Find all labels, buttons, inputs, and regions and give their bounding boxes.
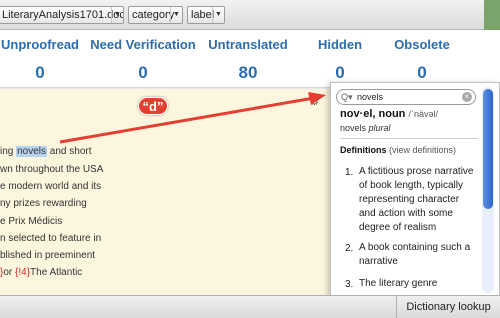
source-line: e Prix Médicis	[0, 216, 63, 227]
dropdown-arrow-icon: ▼	[111, 7, 123, 23]
source-line: wn throughout the USA	[0, 164, 104, 175]
view-definitions-link[interactable]: (view definitions)	[389, 145, 456, 155]
definition-text: A fictitious prose narrative of book len…	[359, 166, 474, 233]
search-icon: Q▾	[341, 92, 353, 102]
annotation-marker: “d”	[138, 97, 168, 115]
toolbar: LiteraryAnalysis1701.docx ▼ category ▼ l…	[0, 0, 500, 30]
file-select[interactable]: LiteraryAnalysis1701.docx ▼	[0, 6, 124, 24]
definition-number: 3.	[345, 279, 354, 290]
status-bar: Dictionary lookup	[0, 295, 500, 318]
source-line: n selected to feature in	[0, 233, 102, 244]
pane-tool-icon[interactable]: ⚙	[310, 97, 319, 108]
definitions-header: Definitions (view definitions)	[340, 145, 456, 155]
stat-label: Need Verification	[90, 37, 196, 52]
plural-word: novels	[340, 123, 367, 133]
source-pane: “d” ⚙ ing novels and short wn throughout…	[0, 89, 330, 295]
plural-label: plural	[368, 123, 391, 133]
definition-number: 2.	[345, 243, 354, 254]
source-text: or	[3, 267, 16, 278]
dictionary-popover: Q▾ novels × nov·el, noun /ˈnävəl/ novels…	[330, 82, 500, 296]
file-select-value: LiteraryAnalysis1701.docx	[2, 9, 124, 21]
dictionary-headword: nov·el, noun /ˈnävəl/	[340, 108, 438, 120]
dropdown-arrow-icon: ▼	[170, 7, 182, 23]
search-value: novels	[357, 92, 384, 102]
dropdown-arrow-icon: ▼	[212, 7, 224, 23]
definitions-label: Definitions	[340, 145, 387, 155]
source-line: ny prizes rewarding	[0, 198, 87, 209]
definition-text: The literary genre	[359, 278, 438, 289]
label-select-value: label	[191, 9, 215, 21]
clear-icon[interactable]: ×	[462, 92, 472, 102]
window-edge	[484, 0, 500, 30]
stats-bar: Unproofread 0 Need Verification 0 Untran…	[0, 30, 500, 88]
stat-value: 0	[417, 63, 427, 82]
divider	[340, 138, 478, 139]
source-line: blished in preeminent	[0, 250, 96, 261]
inline-tag[interactable]: {!4}	[15, 267, 30, 278]
category-select-value: category	[132, 9, 175, 21]
pronunciation: /ˈnävəl/	[408, 109, 438, 119]
source-text: The Atlantic	[30, 267, 83, 278]
source-text: ing	[0, 146, 17, 157]
dictionary-plural: novels plural	[340, 123, 391, 133]
dictionary-scroll-thumb[interactable]	[483, 89, 493, 209]
definition-number: 1.	[345, 167, 354, 178]
category-select[interactable]: category ▼	[128, 6, 183, 24]
dictionary-lookup-button[interactable]: Dictionary lookup	[396, 296, 500, 318]
source-line: }or {!4}The Atlantic	[0, 267, 82, 278]
definition-text: A book containing such a narrative	[359, 242, 471, 267]
dictionary-search-input[interactable]: Q▾ novels ×	[336, 89, 476, 105]
highlighted-word[interactable]: novels	[16, 146, 48, 157]
stat-value: 0	[138, 63, 148, 82]
source-line: e modern world and its	[0, 181, 102, 192]
source-line: ing novels and short	[0, 146, 92, 157]
stat-label: Obsolete	[394, 37, 450, 52]
source-text: and short	[47, 146, 92, 157]
label-select[interactable]: label ▼	[187, 6, 225, 24]
headword-text: nov·el, noun	[340, 108, 406, 120]
